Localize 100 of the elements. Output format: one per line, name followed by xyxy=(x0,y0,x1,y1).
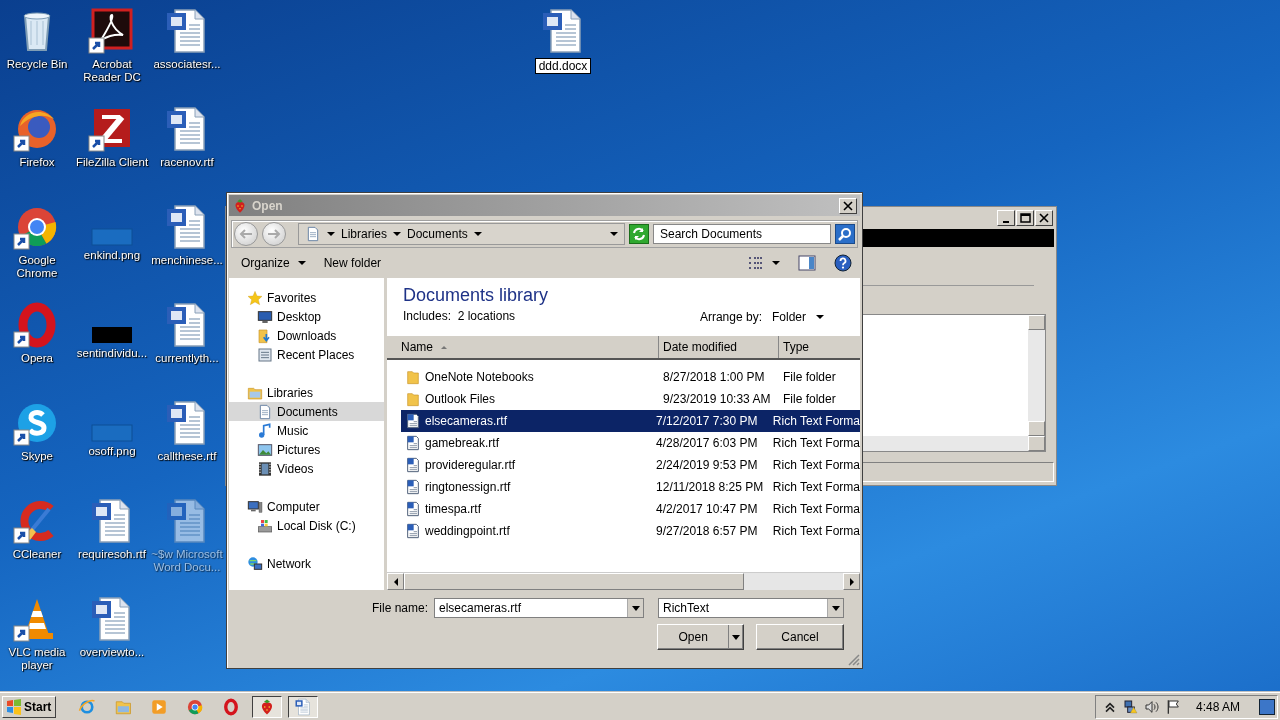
organize-menu[interactable]: Organize xyxy=(241,256,306,270)
file-row[interactable]: gamebreak.rtf 4/28/2017 6:03 PM Rich Text Forma xyxy=(401,432,860,454)
close-icon xyxy=(1038,213,1050,223)
icon-label[interactable]: menchinese... xyxy=(151,254,223,267)
nav-item[interactable]: Favorites xyxy=(229,288,384,307)
tray-icon[interactable] xyxy=(1122,698,1139,715)
icon-label[interactable]: Recycle Bin xyxy=(6,58,68,71)
icon-label[interactable]: FileZilla Client xyxy=(75,156,149,169)
nav-item[interactable]: Computer xyxy=(229,497,384,516)
film-strip-icon xyxy=(257,460,273,477)
nav-item[interactable]: Downloads xyxy=(229,326,384,345)
document-icon xyxy=(405,479,421,495)
file-row[interactable]: ringtonessign.rtf 12/11/2018 8:25 PM Rich Text Forma xyxy=(401,476,860,498)
type-cell-text: Rich Text Forma xyxy=(771,502,860,516)
file-name: timespa.rtf xyxy=(425,502,481,516)
nav-item[interactable]: Documents xyxy=(229,402,384,421)
icon-label[interactable]: Acrobat Reader DC xyxy=(74,58,150,84)
nav-item[interactable]: Videos xyxy=(229,459,384,478)
file-row[interactable]: OneNote Notebooks 8/27/2018 1:00 PM File folder xyxy=(401,366,860,388)
resize-grip[interactable] xyxy=(848,654,860,666)
icon-label[interactable]: CCleaner xyxy=(12,548,62,561)
file-name: Outlook Files xyxy=(425,392,496,406)
date-cell-text: 9/27/2018 6:57 PM xyxy=(655,524,759,538)
icon-label[interactable]: currentlyth... xyxy=(155,352,219,365)
music-note-icon xyxy=(257,422,273,439)
arrange-dropdown[interactable]: Folder xyxy=(772,310,824,324)
search-field[interactable]: Search Documents xyxy=(653,224,831,244)
speaker-icon xyxy=(1143,698,1160,715)
icon-label[interactable]: racenov.rtf xyxy=(160,156,214,169)
landscape-icon xyxy=(257,441,273,458)
new-folder-button[interactable]: New folder xyxy=(323,256,382,270)
document-icon xyxy=(257,403,273,420)
date-cell-text: 12/11/2018 8:25 PM xyxy=(655,480,765,494)
start-button[interactable]: Start xyxy=(2,695,57,718)
forward-button[interactable] xyxy=(262,222,286,246)
preview-pane-button[interactable] xyxy=(798,255,816,271)
breadcrumb[interactable]: Documents xyxy=(407,227,468,241)
type-cell-text: Rich Text Forma xyxy=(771,480,860,494)
icon-label[interactable]: overviewto... xyxy=(79,646,145,659)
nav-item[interactable]: Local Disk (C:) xyxy=(229,516,384,535)
document-icon xyxy=(305,226,321,242)
icon-label[interactable]: osoff.png xyxy=(88,445,136,458)
close-button[interactable] xyxy=(1035,210,1053,226)
document-icon xyxy=(294,697,313,716)
nav-item[interactable]: Libraries xyxy=(229,383,384,402)
file-name-label: File name: xyxy=(371,601,428,615)
document-icon xyxy=(405,501,421,517)
icon-label[interactable]: enkind.png xyxy=(83,249,141,262)
arrow-left-icon xyxy=(239,229,253,239)
monitor-icon xyxy=(257,308,273,325)
refresh-button[interactable] xyxy=(629,224,649,244)
icon-label[interactable]: Google Chrome xyxy=(0,254,75,280)
close-button[interactable] xyxy=(839,197,857,214)
file-type-dropdown[interactable]: RichText xyxy=(658,598,844,618)
maximize-button[interactable] xyxy=(1016,210,1034,226)
file-name-field[interactable]: elsecameras.rtf xyxy=(434,598,644,618)
icon-label[interactable]: Firefox xyxy=(19,156,55,169)
icon-label[interactable]: Opera xyxy=(21,352,53,365)
icon-label[interactable]: callthese.rtf xyxy=(157,450,217,463)
icon-label[interactable]: requiresoh.rtf xyxy=(78,548,146,561)
column-header[interactable]: Type xyxy=(779,336,860,358)
clock[interactable]: 4:48 AM xyxy=(1195,699,1240,714)
column-header[interactable]: Name xyxy=(387,336,659,358)
icon-label[interactable]: VLC media player xyxy=(0,646,75,672)
file-row[interactable]: weddingpoint.rtf 9/27/2018 6:57 PM Rich Text Forma xyxy=(401,520,860,542)
nav-item[interactable]: Recent Places xyxy=(229,345,384,364)
search-button[interactable] xyxy=(835,224,855,244)
taskbar-app[interactable] xyxy=(288,695,319,718)
file-row[interactable]: elsecameras.rtf 7/12/2017 7:30 PM Rich Text Forma xyxy=(401,410,860,432)
minimize-button[interactable] xyxy=(997,210,1015,226)
file-row[interactable]: Outlook Files 9/23/2019 10:33 AM File folder xyxy=(401,388,860,410)
caret-icon xyxy=(297,261,306,265)
nav-item[interactable]: Pictures xyxy=(229,440,384,459)
nav-item[interactable]: Desktop xyxy=(229,307,384,326)
cancel-button[interactable]: Cancel xyxy=(756,624,844,650)
show-desktop-button[interactable] xyxy=(1259,698,1275,715)
column-header[interactable]: Date modified xyxy=(659,336,779,358)
icon-label[interactable]: sentindividu... xyxy=(76,347,148,360)
caret-icon xyxy=(610,232,618,236)
round-color-icon xyxy=(186,697,205,716)
open-button[interactable]: Open xyxy=(657,624,744,650)
address-bar[interactable]: Libraries Documents xyxy=(298,223,625,245)
rename-field[interactable]: ddd.docx xyxy=(534,58,592,74)
file-row[interactable]: provideregular.rtf 2/24/2019 9:53 PM Rich Text Forma xyxy=(401,454,860,476)
file-row[interactable]: timespa.rtf 4/2/2017 10:47 PM Rich Text Forma xyxy=(401,498,860,520)
arrange-label: Arrange by: xyxy=(699,310,762,324)
horizontal-scrollbar[interactable] xyxy=(387,572,860,590)
taskbar-app[interactable] xyxy=(252,695,283,718)
view-options-button[interactable] xyxy=(748,256,780,270)
icon-label[interactable]: associatesr... xyxy=(153,58,221,71)
icon-label[interactable]: Skype xyxy=(21,450,53,463)
ring-icon xyxy=(222,697,241,716)
nav-item[interactable]: Network xyxy=(229,554,384,573)
vertical-scrollbar[interactable] xyxy=(1028,315,1045,436)
breadcrumb[interactable]: Libraries xyxy=(341,227,388,241)
caret-icon xyxy=(831,605,840,611)
help-button[interactable] xyxy=(834,254,852,272)
caret-icon xyxy=(393,232,402,236)
nav-item[interactable]: Music xyxy=(229,421,384,440)
date-cell-text: 8/27/2018 1:00 PM xyxy=(662,370,766,384)
